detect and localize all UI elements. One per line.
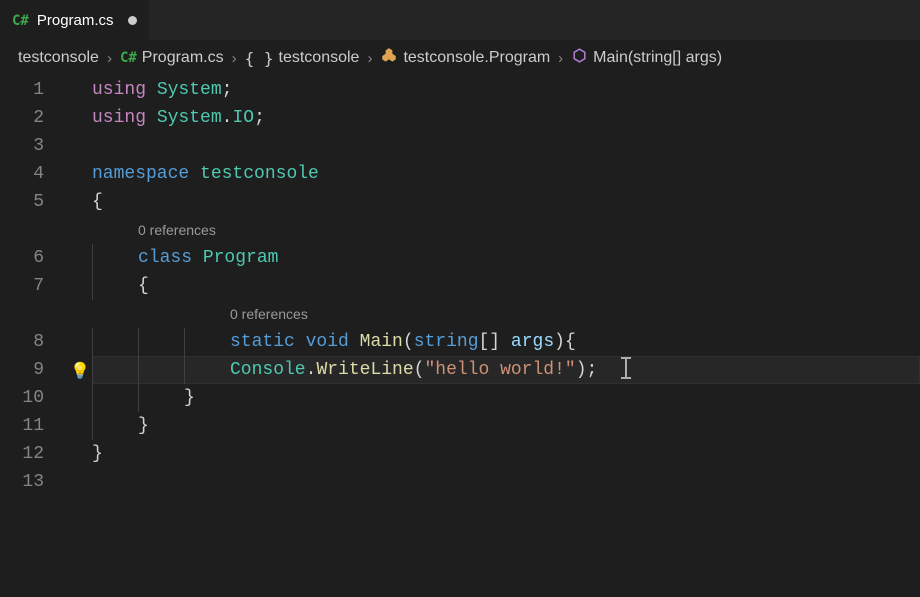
line-number: 11 (0, 412, 44, 440)
code-line: using System.IO; (92, 104, 920, 132)
line-number: 12 (0, 440, 44, 468)
code-editor[interactable]: 1 2 3 4 5 6 7 8 9 10 11 12 13 💡 using Sy… (0, 76, 920, 496)
code-line (92, 468, 920, 496)
breadcrumb-item-namespace[interactable]: { } testconsole (245, 49, 360, 68)
csharp-icon: C# (120, 50, 137, 66)
code-line: namespace testconsole (92, 160, 920, 188)
breadcrumb-item-project[interactable]: testconsole (18, 49, 99, 67)
code-line: } (92, 384, 920, 412)
line-number: 4 (0, 160, 44, 188)
namespace-icon: { } (245, 49, 274, 68)
code-line (92, 132, 920, 160)
text-cursor-icon (625, 357, 627, 379)
line-number-blank (0, 300, 44, 328)
line-number: 2 (0, 104, 44, 132)
breadcrumb-label: Program.cs (142, 49, 224, 67)
code-line: using System; (92, 76, 920, 104)
breadcrumb-label: testconsole (18, 49, 99, 67)
line-number-blank (0, 216, 44, 244)
line-number-gutter: 1 2 3 4 5 6 7 8 9 10 11 12 13 (0, 76, 68, 496)
lightbulb-icon[interactable]: 💡 (70, 358, 90, 386)
glyph-margin: 💡 (68, 76, 92, 496)
chevron-right-icon: › (558, 50, 563, 67)
code-line: } (92, 412, 920, 440)
code-line: } (92, 440, 920, 468)
modified-indicator-icon (128, 16, 137, 25)
class-icon (380, 47, 398, 70)
tab-bar: C# Program.cs (0, 0, 920, 40)
code-line-active: Console.WriteLine("hello world!"); (92, 356, 920, 384)
line-number: 3 (0, 132, 44, 160)
breadcrumb-item-class[interactable]: testconsole.Program (380, 47, 550, 70)
line-number: 6 (0, 244, 44, 272)
breadcrumb-label: testconsole.Program (403, 49, 550, 67)
line-number: 8 (0, 328, 44, 356)
line-number: 9 (0, 356, 44, 384)
line-number: 7 (0, 272, 44, 300)
breadcrumb-label: Main(string[] args) (593, 49, 722, 67)
line-number: 10 (0, 384, 44, 412)
chevron-right-icon: › (367, 50, 372, 67)
code-line: { (92, 272, 920, 300)
code-content[interactable]: using System; using System.IO; namespace… (92, 76, 920, 496)
code-line: class Program (92, 244, 920, 272)
code-line: static void Main(string[] args){ (92, 328, 920, 356)
breadcrumb: testconsole › C# Program.cs › { } testco… (0, 40, 920, 76)
chevron-right-icon: › (232, 50, 237, 67)
csharp-icon: C# (12, 13, 29, 29)
breadcrumb-label: testconsole (279, 49, 360, 67)
editor-tab[interactable]: C# Program.cs (0, 0, 149, 40)
codelens[interactable]: 0 references (92, 300, 920, 328)
line-number: 5 (0, 188, 44, 216)
tab-filename: Program.cs (37, 12, 114, 29)
method-icon (571, 47, 588, 69)
line-number: 13 (0, 468, 44, 496)
chevron-right-icon: › (107, 50, 112, 67)
breadcrumb-item-file[interactable]: C# Program.cs (120, 49, 224, 67)
codelens[interactable]: 0 references (92, 216, 920, 244)
breadcrumb-item-method[interactable]: Main(string[] args) (571, 47, 722, 69)
line-number: 1 (0, 76, 44, 104)
code-line: { (92, 188, 920, 216)
